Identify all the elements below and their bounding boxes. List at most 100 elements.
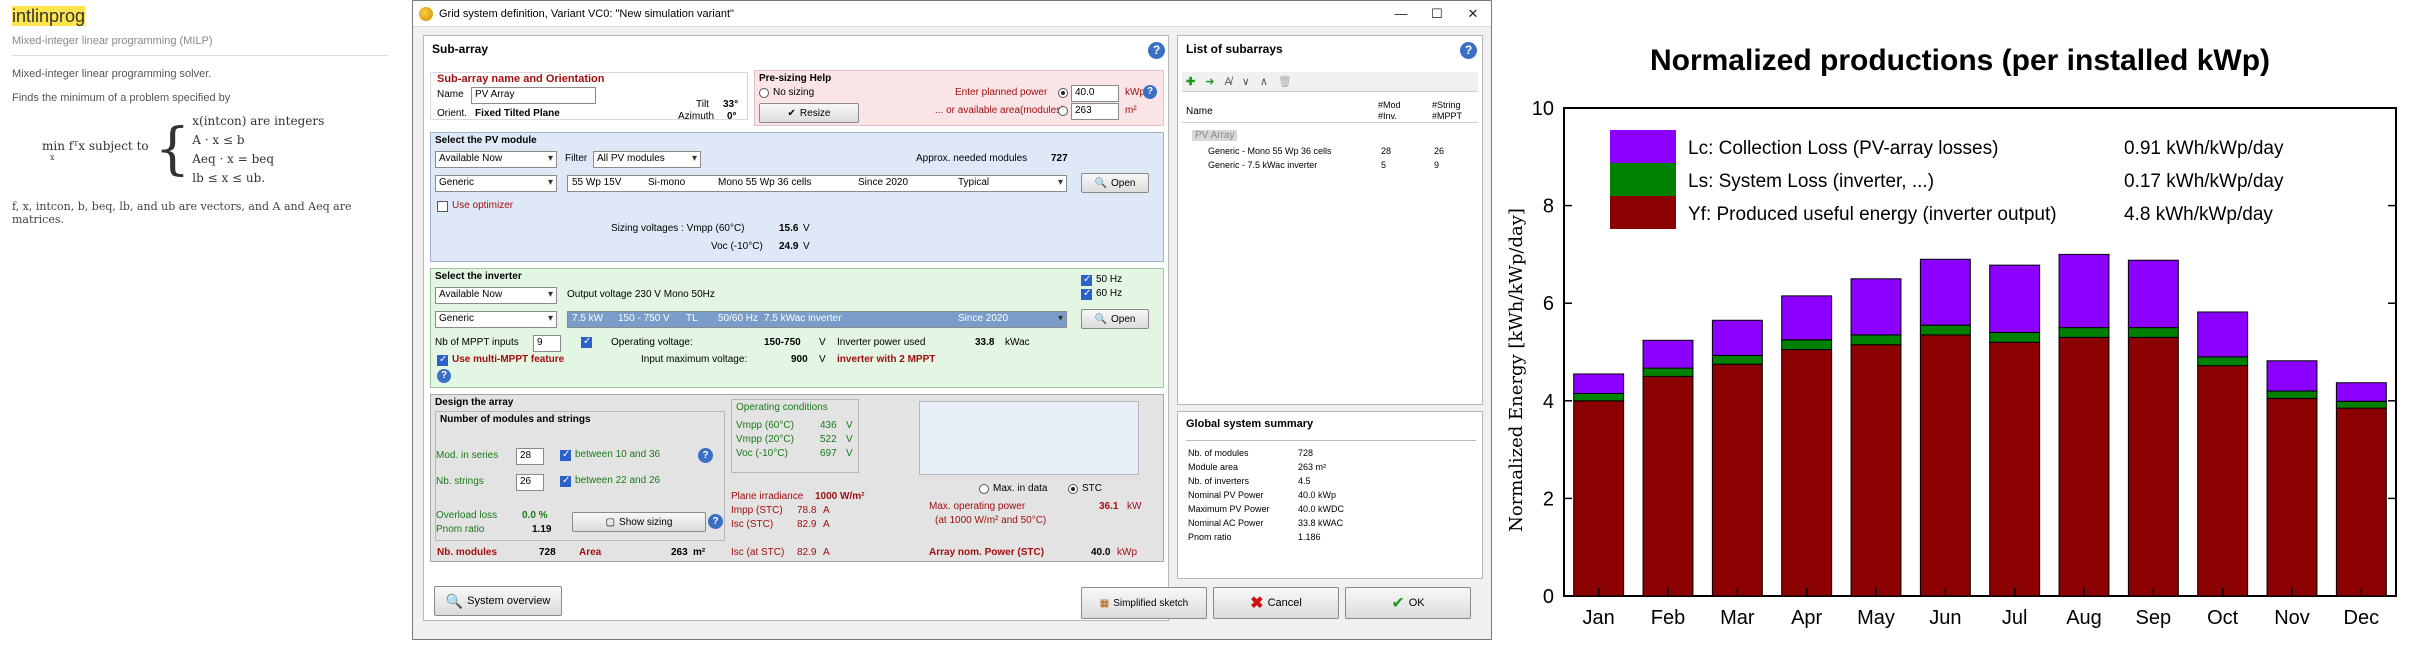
isc-stc-value: 82.9: [797, 547, 817, 558]
pv-manufacturer-select[interactable]: Generic: [435, 175, 557, 192]
mod-series-checkbox[interactable]: [560, 449, 571, 461]
x-tick-label: Feb: [1651, 607, 1685, 629]
move-up-icon[interactable]: ∧: [1260, 75, 1268, 88]
vmpp20-value: 522: [820, 434, 837, 445]
max-in-data-radio[interactable]: [979, 484, 989, 494]
unit-v: V: [846, 448, 853, 459]
use-optimizer-checkbox[interactable]: [437, 201, 448, 212]
ok-button[interactable]: ✔ OK: [1345, 587, 1471, 619]
x-tick-label: Nov: [2274, 607, 2310, 629]
pv-model-select[interactable]: 55 Wp 15V Si-mono Mono 55 Wp 36 cells Si…: [567, 175, 1067, 192]
cancel-label: Cancel: [1267, 597, 1302, 609]
list-item[interactable]: Generic - Mono 55 Wp 36 cells: [1208, 146, 1332, 156]
nb-strings-checkbox[interactable]: [560, 475, 571, 487]
voc10-label: Voc (-10°C): [736, 448, 788, 459]
close-icon[interactable]: ✕: [1455, 6, 1491, 22]
bar-segment: [1573, 373, 1625, 394]
show-sizing-button[interactable]: ▢ Show sizing: [572, 512, 706, 532]
planned-power-input[interactable]: 40.0: [1071, 85, 1119, 102]
legend-label: Lc: Collection Loss (PV-array losses): [1688, 138, 1998, 159]
array-nom-unit: kWp: [1117, 547, 1137, 558]
subarray-name-input[interactable]: PV Array: [471, 87, 596, 104]
area-label: ... or available area(modules): [935, 105, 1065, 116]
voc10-value: 697: [820, 448, 837, 459]
stc-radio[interactable]: [1068, 484, 1078, 494]
pv-filter-select[interactable]: All PV modules: [593, 151, 701, 168]
bar-segment: [1989, 341, 2041, 597]
bar-segment: [1573, 392, 1625, 402]
subarray-panel-title: Sub-array: [432, 42, 489, 56]
input-max-label: Input maximum voltage:: [641, 354, 748, 365]
move-down-icon[interactable]: ∨: [1242, 75, 1250, 88]
input-max-unit: V: [819, 354, 826, 365]
array-nom-value: 40.0: [1091, 547, 1111, 558]
mod-series-stepper[interactable]: 28: [516, 448, 544, 465]
list-group-pv-array[interactable]: PV Array: [1192, 130, 1238, 141]
copy-icon[interactable]: ➜: [1205, 75, 1214, 88]
help-icon[interactable]: ?: [698, 448, 713, 463]
minimize-icon[interactable]: —: [1383, 6, 1419, 21]
power-used-unit: kWac: [1005, 337, 1030, 348]
hz60-checkbox[interactable]: [1081, 288, 1092, 300]
inv-model-col: 150 - 750 V: [618, 313, 670, 324]
voc-unit: V: [803, 241, 810, 252]
summary-rows: Nb. of modules 728 Module area 263 m² Nb. …: [1188, 448, 1344, 546]
list-item[interactable]: Generic - 7.5 kWac inverter: [1208, 160, 1317, 170]
list-item-mod: 5: [1381, 160, 1387, 170]
maximize-icon[interactable]: ☐: [1419, 6, 1455, 22]
power-radio[interactable]: [1058, 88, 1068, 98]
unit-a: A: [823, 519, 830, 530]
max-op-power-label: Max. operating power: [929, 501, 1026, 512]
inverter-with-label: inverter with 2 MPPT: [837, 354, 936, 365]
available-area-input[interactable]: 263: [1071, 103, 1119, 120]
bar-segment: [2058, 253, 2110, 329]
nb-strings-stepper[interactable]: 26: [516, 474, 544, 491]
summary-panel: Global system summary Nb. of modules 728 …: [1177, 411, 1483, 579]
presizing-group: Pre-sizing Help No sizing Enter planned …: [754, 70, 1164, 126]
system-overview-button[interactable]: 🔍 System overview: [434, 586, 562, 616]
operating-voltage-checkbox[interactable]: [581, 336, 592, 348]
inv-model-select[interactable]: 7.5 kW 150 - 750 V TL 50/60 Hz 7.5 kWac …: [567, 311, 1067, 328]
no-sizing-radio[interactable]: [759, 88, 769, 98]
resize-button[interactable]: ✔ Resize: [759, 103, 859, 123]
help-icon[interactable]: ?: [1460, 42, 1477, 59]
multi-mppt-checkbox[interactable]: [437, 354, 448, 366]
help-icon[interactable]: ?: [437, 369, 451, 383]
inv-availability-select[interactable]: Available Now: [435, 287, 557, 304]
resize-label: Resize: [799, 107, 831, 119]
y-tick-label: 2: [1543, 488, 1554, 510]
y-tick-label: 4: [1543, 391, 1554, 413]
rename-icon[interactable]: A̸: [1224, 76, 1231, 88]
pv-open-button[interactable]: 🔍 Open: [1081, 173, 1149, 193]
hz50-checkbox[interactable]: [1081, 274, 1092, 286]
pv-model-col: Mono 55 Wp 36 cells: [718, 177, 812, 188]
cancel-button[interactable]: ✖ Cancel: [1213, 587, 1339, 619]
magnifier-icon: 🔍: [445, 592, 464, 609]
inv-open-button[interactable]: 🔍 Open: [1081, 309, 1149, 329]
simplified-sketch-button[interactable]: ▦ Simplified sketch: [1081, 587, 1207, 619]
normalized-productions-chart: Normalized productions (per installed kW…: [1500, 0, 2421, 658]
bar-segment: [1642, 367, 1694, 377]
chart-title: Normalized productions (per installed kW…: [1650, 44, 2270, 77]
area-radio[interactable]: [1058, 106, 1068, 116]
help-icon[interactable]: ?: [1143, 85, 1157, 99]
mppt-inputs-stepper[interactable]: 9: [533, 335, 561, 352]
inv-manufacturer-select[interactable]: Generic: [435, 311, 557, 328]
x-tick-label: Aug: [2066, 607, 2102, 629]
bar-segment: [1850, 344, 1902, 597]
doc-title-highlight: intlinprog: [12, 6, 86, 26]
max-op-power-unit: kW: [1127, 501, 1142, 512]
delete-icon[interactable]: 🗑: [1278, 75, 1292, 88]
pv-availability-select[interactable]: Available Now: [435, 151, 557, 168]
modules-strings-title: Number of modules and strings: [440, 414, 591, 425]
unit-a: A: [823, 505, 830, 516]
help-icon[interactable]: ?: [708, 514, 723, 529]
isc-value: 82.9: [797, 519, 817, 530]
max-op-power-note: (at 1000 W/m² and 50°C): [935, 515, 1047, 526]
vmpp-value: 15.6: [779, 223, 799, 234]
constraint-line: x(intcon) are integers: [192, 114, 325, 128]
add-icon[interactable]: ✚: [1186, 75, 1195, 88]
help-icon[interactable]: ?: [1148, 42, 1165, 59]
array-area-unit: m²: [693, 547, 706, 558]
impp-label: Impp (STC): [731, 505, 783, 516]
